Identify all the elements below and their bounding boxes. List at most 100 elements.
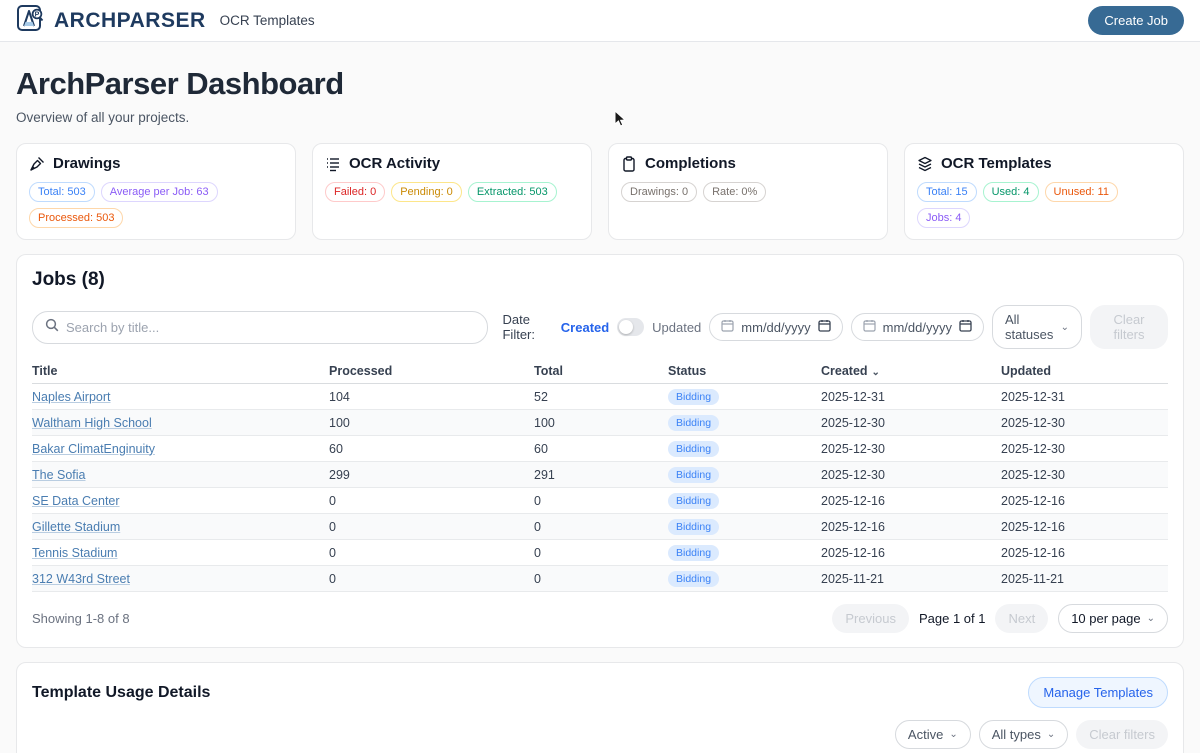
cell-updated: 2025-12-16 bbox=[1001, 546, 1168, 560]
chevron-down-icon: ⌄ bbox=[949, 729, 957, 740]
stat-card-ocr-templates: OCR Templates Total: 15 Used: 4 Unused: … bbox=[904, 143, 1184, 240]
date-to-input[interactable]: mm/dd/yyyy bbox=[851, 313, 984, 341]
col-created[interactable]: Created⌄ bbox=[821, 364, 1001, 378]
chevron-down-icon: ⌄ bbox=[1147, 613, 1155, 624]
cell-created: 2025-12-16 bbox=[821, 520, 1001, 534]
cell-created: 2025-12-30 bbox=[821, 468, 1001, 482]
job-title-link[interactable]: Naples Airport bbox=[32, 390, 111, 404]
col-total[interactable]: Total bbox=[534, 364, 668, 378]
badge-extracted: Extracted: 503 bbox=[468, 182, 557, 202]
template-usage-title: Template Usage Details bbox=[32, 684, 210, 702]
table-row: 312 W43rd Street 0 0 Bidding 2025-11-21 … bbox=[32, 566, 1168, 592]
clipboard-icon bbox=[621, 156, 637, 172]
cell-processed: 0 bbox=[329, 494, 534, 508]
date-filter-label: Date Filter: bbox=[502, 312, 552, 342]
badge-drawings: Drawings: 0 bbox=[621, 182, 697, 202]
status-filter-dropdown[interactable]: All statuses ⌄ bbox=[992, 305, 1082, 349]
cell-updated: 2025-12-31 bbox=[1001, 390, 1168, 404]
list-icon bbox=[325, 156, 341, 172]
calendar-icon bbox=[863, 319, 876, 335]
status-badge: Bidding bbox=[668, 389, 719, 405]
cell-total: 0 bbox=[534, 494, 668, 508]
badge-rate: Rate: 0% bbox=[703, 182, 766, 202]
status-badge: Bidding bbox=[668, 493, 719, 509]
page-title: ArchParser Dashboard bbox=[16, 66, 1184, 102]
job-title-link[interactable]: Waltham High School bbox=[32, 416, 152, 430]
status-badge: Bidding bbox=[668, 519, 719, 535]
cell-processed: 104 bbox=[329, 390, 534, 404]
date-filter-toggle[interactable] bbox=[617, 318, 644, 336]
date-filter-updated-label[interactable]: Updated bbox=[652, 320, 701, 335]
table-row: Waltham High School 100 100 Bidding 2025… bbox=[32, 410, 1168, 436]
type-filter-value: All types bbox=[992, 727, 1041, 742]
top-bar: P ARCHPARSER OCR Templates Create Job bbox=[0, 0, 1200, 41]
svg-text:P: P bbox=[35, 12, 40, 19]
calendar-picker-icon[interactable] bbox=[818, 319, 831, 335]
col-status[interactable]: Status bbox=[668, 364, 821, 378]
cell-created: 2025-12-30 bbox=[821, 416, 1001, 430]
chevron-down-icon: ⌄ bbox=[1061, 322, 1069, 333]
status-badge: Bidding bbox=[668, 571, 719, 587]
cell-updated: 2025-12-30 bbox=[1001, 468, 1168, 482]
stat-card-drawings: Drawings Total: 503 Average per Job: 63 … bbox=[16, 143, 296, 240]
next-page-button[interactable]: Next bbox=[995, 604, 1048, 633]
job-title-link[interactable]: The Sofia bbox=[32, 468, 86, 482]
create-job-button[interactable]: Create Job bbox=[1088, 6, 1184, 35]
table-row: SE Data Center 0 0 Bidding 2025-12-16 20… bbox=[32, 488, 1168, 514]
jobs-panel: Jobs (8) Date Filter: Created Updated mm… bbox=[16, 254, 1184, 648]
cell-processed: 0 bbox=[329, 572, 534, 586]
clear-filters-button[interactable]: Clear filters bbox=[1090, 305, 1168, 349]
cell-updated: 2025-12-30 bbox=[1001, 416, 1168, 430]
cell-processed: 60 bbox=[329, 442, 534, 456]
chevron-down-icon: ⌄ bbox=[1047, 729, 1055, 740]
search-icon bbox=[45, 318, 59, 337]
cell-updated: 2025-12-30 bbox=[1001, 442, 1168, 456]
badge-used: Used: 4 bbox=[983, 182, 1039, 202]
stat-card-title: Completions bbox=[645, 155, 736, 172]
table-row: Bakar ClimatEnginuity 60 60 Bidding 2025… bbox=[32, 436, 1168, 462]
manage-templates-button[interactable]: Manage Templates bbox=[1028, 677, 1168, 708]
active-filter-dropdown[interactable]: Active ⌄ bbox=[895, 720, 971, 749]
per-page-dropdown[interactable]: 10 per page ⌄ bbox=[1058, 604, 1168, 633]
stat-card-title: OCR Activity bbox=[349, 155, 440, 172]
col-processed[interactable]: Processed bbox=[329, 364, 534, 378]
cell-total: 0 bbox=[534, 546, 668, 560]
date-filter-created-label[interactable]: Created bbox=[561, 320, 609, 335]
col-updated[interactable]: Updated bbox=[1001, 364, 1168, 378]
col-title[interactable]: Title bbox=[32, 364, 329, 378]
page-indicator: Page 1 of 1 bbox=[919, 611, 986, 626]
job-title-link[interactable]: SE Data Center bbox=[32, 494, 120, 508]
job-title-link[interactable]: Bakar ClimatEnginuity bbox=[32, 442, 155, 456]
jobs-table-header: Title Processed Total Status Created⌄ Up… bbox=[32, 359, 1168, 384]
brand[interactable]: P ARCHPARSER bbox=[16, 3, 206, 38]
page-label: OCR Templates bbox=[220, 13, 315, 28]
brand-name: ARCHPARSER bbox=[54, 9, 206, 33]
stat-card-ocr-activity: OCR Activity Failed: 0 Pending: 0 Extrac… bbox=[312, 143, 592, 240]
cell-total: 0 bbox=[534, 572, 668, 586]
job-title-link[interactable]: 312 W43rd Street bbox=[32, 572, 130, 586]
job-title-link[interactable]: Tennis Stadium bbox=[32, 546, 117, 560]
cell-total: 291 bbox=[534, 468, 668, 482]
cell-updated: 2025-11-21 bbox=[1001, 572, 1168, 586]
type-filter-dropdown[interactable]: All types ⌄ bbox=[979, 720, 1069, 749]
template-usage-panel: Template Usage Details Manage Templates … bbox=[16, 662, 1184, 753]
status-badge: Bidding bbox=[668, 545, 719, 561]
cell-total: 52 bbox=[534, 390, 668, 404]
search-box[interactable] bbox=[32, 311, 488, 344]
clear-filters-button[interactable]: Clear filters bbox=[1076, 720, 1168, 749]
main-content: ArchParser Dashboard Overview of all you… bbox=[0, 41, 1200, 753]
cell-updated: 2025-12-16 bbox=[1001, 520, 1168, 534]
sort-chevron-down-icon: ⌄ bbox=[872, 367, 880, 378]
table-row: Tennis Stadium 0 0 Bidding 2025-12-16 20… bbox=[32, 540, 1168, 566]
date-from-input[interactable]: mm/dd/yyyy bbox=[709, 313, 842, 341]
status-badge: Bidding bbox=[668, 441, 719, 457]
previous-page-button[interactable]: Previous bbox=[832, 604, 909, 633]
pushpin-icon bbox=[29, 156, 45, 172]
job-title-link[interactable]: Gillette Stadium bbox=[32, 520, 120, 534]
showing-count: Showing 1-8 of 8 bbox=[32, 611, 130, 626]
date-from-value: mm/dd/yyyy bbox=[741, 320, 810, 335]
search-input[interactable] bbox=[66, 320, 475, 335]
cell-created: 2025-12-30 bbox=[821, 442, 1001, 456]
calendar-picker-icon[interactable] bbox=[959, 319, 972, 335]
per-page-value: 10 per page bbox=[1071, 611, 1140, 626]
